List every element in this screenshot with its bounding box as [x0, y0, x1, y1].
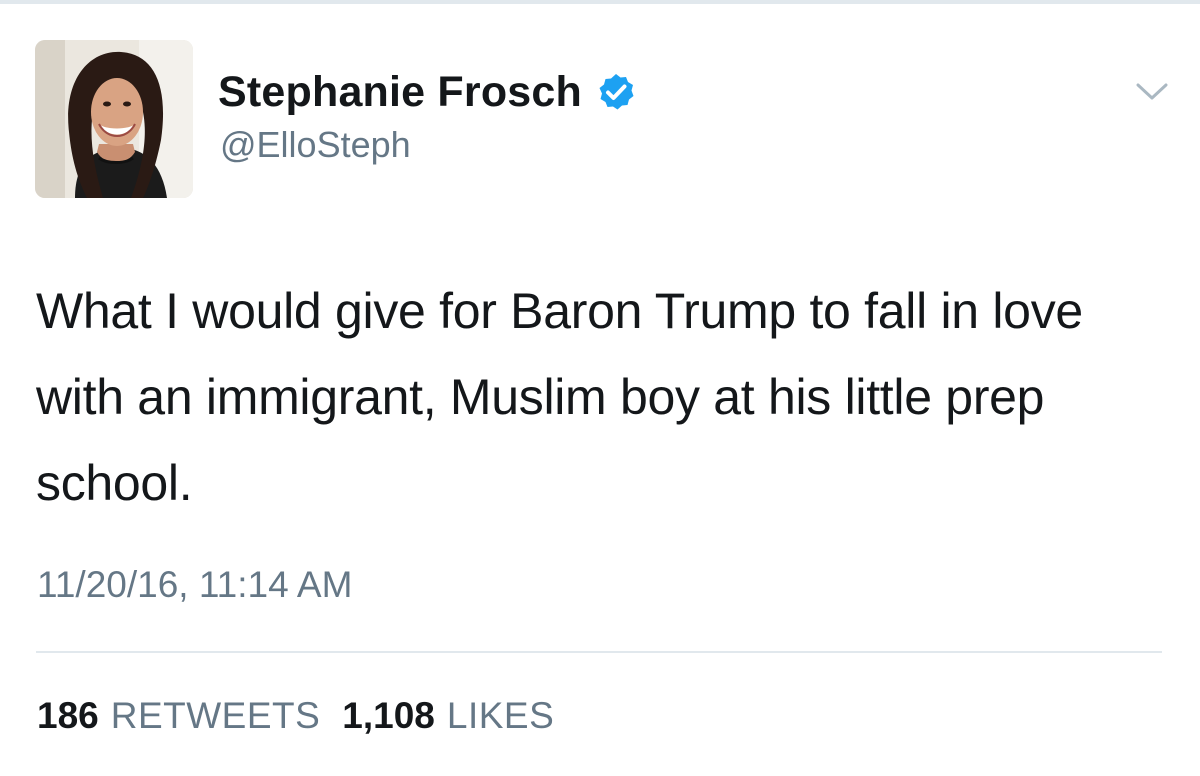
likes-stat[interactable]: 1,108 LIKES: [342, 695, 554, 737]
stats-divider: [36, 651, 1162, 653]
retweets-stat[interactable]: 186 RETWEETS: [37, 695, 320, 737]
author-display-name[interactable]: Stephanie Frosch: [218, 68, 582, 117]
top-divider: [0, 0, 1200, 4]
tweet-stats: 186 RETWEETS 1,108 LIKES: [37, 695, 576, 737]
chevron-down-icon[interactable]: [1134, 80, 1170, 104]
likes-count: 1,108: [342, 695, 435, 736]
avatar-photo: [35, 40, 193, 198]
author-handle[interactable]: @ElloSteph: [220, 124, 411, 166]
likes-label: LIKES: [446, 695, 555, 736]
verified-badge-icon: [596, 72, 636, 112]
retweets-count: 186: [37, 695, 99, 736]
avatar[interactable]: [35, 40, 193, 198]
tweet-timestamp[interactable]: 11/20/16, 11:14 AM: [37, 564, 352, 606]
tweet-text: What I would give for Baron Trump to fal…: [36, 283, 1083, 511]
retweets-label: RETWEETS: [110, 695, 321, 736]
author-name-row[interactable]: Stephanie Frosch: [218, 64, 636, 120]
